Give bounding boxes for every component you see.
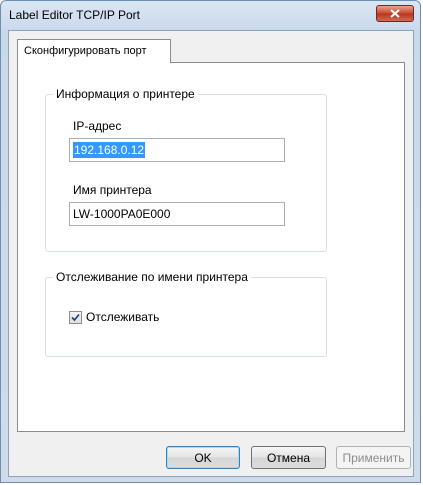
tab-panel: Информация о принтере IP-адрес 192.168.0… — [17, 62, 405, 432]
printer-info-group: Информация о принтере IP-адрес 192.168.0… — [45, 87, 327, 252]
tab-label: Сконфигурировать порт — [24, 45, 147, 57]
checkmark-icon — [71, 313, 80, 322]
ip-address-field[interactable]: 192.168.0.12 — [69, 138, 285, 162]
tracking-group-title: Отслеживание по имени принтера — [53, 270, 251, 284]
tab-configure-port[interactable]: Сконфигурировать порт — [17, 39, 171, 63]
printer-name-label: Имя принтера — [73, 183, 152, 197]
printer-info-group-title: Информация о принтере — [53, 87, 198, 101]
tracking-group: Отслеживание по имени принтера Отслежива… — [45, 270, 327, 357]
window-title: Label Editor TCP/IP Port — [9, 8, 140, 22]
printer-name-value: LW-1000PA0E000 — [73, 207, 171, 221]
ip-address-value: 192.168.0.12 — [73, 142, 146, 158]
tracking-checkbox-label[interactable]: Отслеживать — [86, 310, 159, 324]
printer-name-field[interactable]: LW-1000PA0E000 — [69, 202, 285, 226]
close-icon — [390, 9, 400, 18]
cancel-button[interactable]: Отмена — [251, 446, 326, 469]
dialog-window: Label Editor TCP/IP Port Сконфигурироват… — [0, 0, 421, 483]
title-bar[interactable]: Label Editor TCP/IP Port — [1, 1, 420, 29]
close-button[interactable] — [376, 5, 414, 22]
dialog-client-area: Сконфигурировать порт Информация о принт… — [8, 30, 414, 477]
apply-button[interactable]: Применить — [336, 446, 411, 469]
ok-button[interactable]: OK — [166, 446, 240, 469]
tracking-checkbox[interactable] — [69, 311, 82, 324]
ip-address-label: IP-адрес — [73, 119, 122, 133]
